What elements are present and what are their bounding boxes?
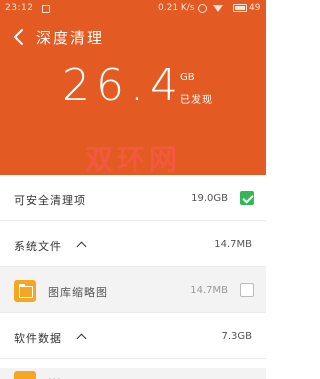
checkbox-checked[interactable] xyxy=(240,191,254,205)
cleanup-list: 可安全清理项 19.0GB 系统文件 14.7MB 图库缩略图 14.7MB 软… xyxy=(0,175,266,359)
found-size-value: 26.4 xyxy=(62,60,184,111)
app-icon xyxy=(14,371,36,379)
status-bar: 23:12 0.21 K/s 49 xyxy=(0,0,266,18)
item-size: 14.7MB xyxy=(190,285,228,296)
back-button[interactable] xyxy=(10,27,28,47)
item-size: 19.0GB xyxy=(191,193,228,204)
group-size: 7.3GB xyxy=(221,331,252,342)
folder-icon xyxy=(14,280,36,302)
notification-icon xyxy=(42,5,50,13)
item-label: 图库缩略图 xyxy=(48,286,108,299)
found-size-caption: 已发现 xyxy=(180,95,213,106)
chevron-up-icon xyxy=(76,241,87,252)
chevron-up-icon xyxy=(76,333,87,344)
checkbox-unchecked[interactable] xyxy=(240,283,254,297)
watermark: 双环网 xyxy=(84,143,181,176)
group-label: 系统文件 xyxy=(14,240,62,253)
item-label: 可安全清理项 xyxy=(14,194,86,207)
alarm-icon xyxy=(198,4,207,13)
header-panel: 23:12 0.21 K/s 49 深度清理 26.4 GB 已发现 双环网 xyxy=(0,0,266,176)
group-size: 14.7MB xyxy=(214,239,252,250)
battery-icon xyxy=(233,4,247,12)
list-group-app-data[interactable]: 软件数据 7.3GB xyxy=(0,313,266,359)
wifi-icon xyxy=(213,5,223,12)
network-speed: 0.21 K/s xyxy=(158,3,195,13)
found-size-unit: GB xyxy=(180,72,195,83)
list-item-safe-clean[interactable]: 可安全清理项 19.0GB xyxy=(0,175,266,221)
battery-level: 49 xyxy=(249,3,261,13)
page-title: 深度清理 xyxy=(36,29,105,47)
item-label: ... xyxy=(48,370,62,379)
group-label: 软件数据 xyxy=(14,332,62,345)
list-group-system-files[interactable]: 系统文件 14.7MB xyxy=(0,221,266,267)
list-item-gallery-thumbnails[interactable]: 图库缩略图 14.7MB xyxy=(0,267,266,313)
status-time: 23:12 xyxy=(5,3,34,13)
chevron-left-icon xyxy=(14,29,23,45)
list-item-partial[interactable]: ... xyxy=(0,368,266,379)
screen: 23:12 0.21 K/s 49 深度清理 26.4 GB 已发现 双环网 可… xyxy=(0,0,266,379)
divider xyxy=(0,358,266,359)
